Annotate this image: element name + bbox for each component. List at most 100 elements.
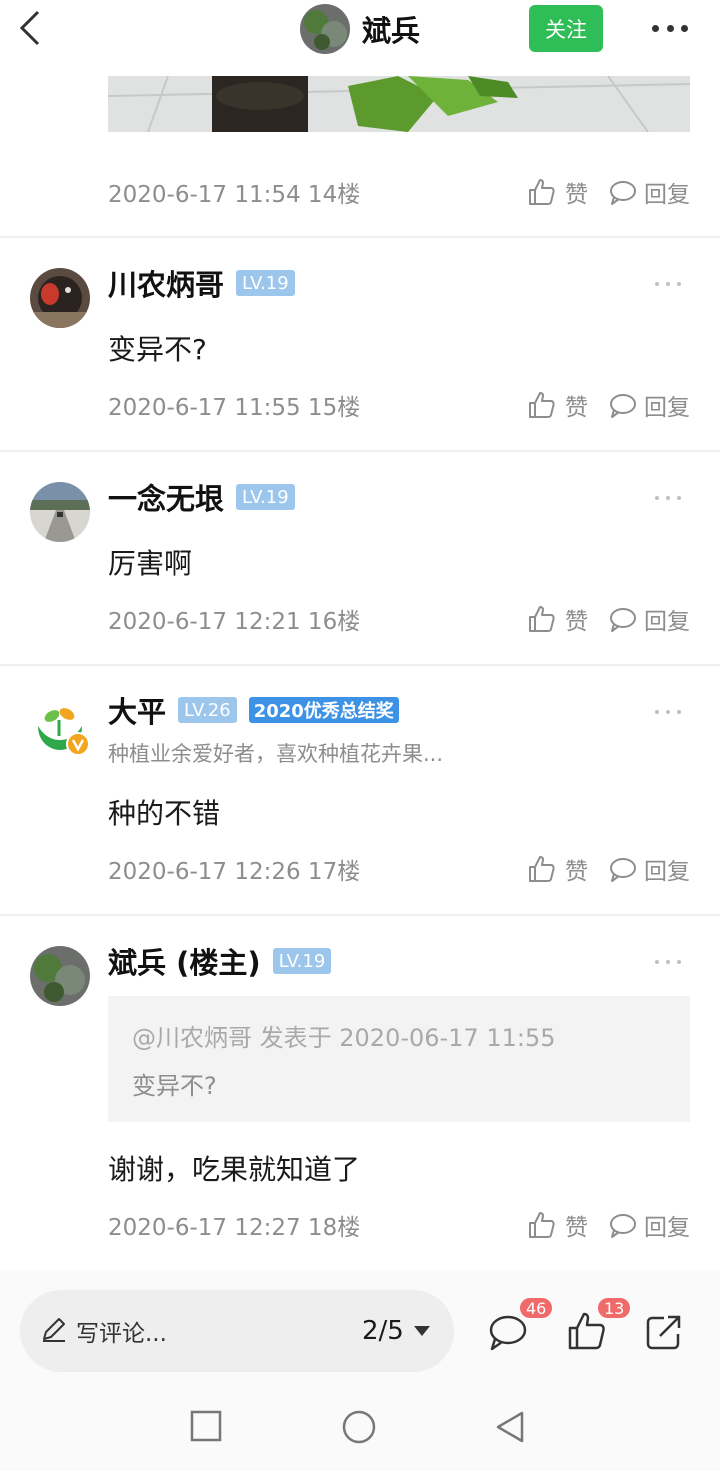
award-badge: 2020优秀总结奖 xyxy=(248,697,399,723)
floor-14-meta: 2020-6-17 11:54 14楼 赞 回复 xyxy=(108,174,690,210)
comment-input[interactable]: 写评论... 2/5 xyxy=(20,1290,454,1372)
avatar[interactable] xyxy=(30,482,90,542)
commenter-name[interactable]: 大平 xyxy=(108,689,166,731)
comment-floor-15: 川农炳哥 LV.19 变异不? 2020-6-17 11:55 15楼 赞 回复 xyxy=(0,238,720,450)
comment-placeholder: 写评论... xyxy=(76,1321,167,1347)
like-label: 赞 xyxy=(565,395,588,421)
reply-label: 回复 xyxy=(644,182,690,208)
avatar[interactable] xyxy=(30,696,90,756)
page-selector[interactable]: 2/5 xyxy=(362,1312,430,1350)
like-label: 赞 xyxy=(565,182,588,208)
post-timestamp: 2020-6-17 12:27 18楼 xyxy=(108,1215,361,1241)
more-dots-icon xyxy=(655,496,659,500)
comment-meta: 2020-6-17 12:27 18楼 赞 回复 xyxy=(108,1207,690,1243)
post-image[interactable] xyxy=(108,76,690,132)
system-back-button[interactable] xyxy=(494,1410,526,1448)
reply-button[interactable]: 回复 xyxy=(608,175,690,209)
top-bar: 斌兵 关注 xyxy=(0,0,720,58)
avatar[interactable] xyxy=(30,946,90,1006)
speech-bubble-icon xyxy=(610,1214,636,1238)
more-dots-icon xyxy=(652,24,659,32)
comment-text: 谢谢，吃果就知道了 xyxy=(108,1153,361,1186)
circle-icon xyxy=(342,1410,376,1444)
avatar[interactable] xyxy=(300,4,350,54)
comment-more-button[interactable] xyxy=(655,282,681,288)
triangle-back-icon xyxy=(496,1411,524,1443)
comment-text: 厉害啊 xyxy=(108,547,193,580)
home-button[interactable] xyxy=(342,1410,376,1448)
like-label: 赞 xyxy=(565,1215,588,1241)
author-info[interactable]: 斌兵 xyxy=(300,4,420,54)
reply-label: 回复 xyxy=(644,395,690,421)
quoted-comment[interactable]: @川农炳哥 发表于 2020-06-17 11:55 变异不? xyxy=(108,996,690,1122)
comment-more-button[interactable] xyxy=(655,960,681,966)
post-timestamp: 2020-6-17 11:55 15楼 xyxy=(108,395,361,421)
author-name: 斌兵 xyxy=(362,14,421,48)
square-icon xyxy=(190,1410,222,1442)
thumbs-up-icon xyxy=(529,179,555,205)
follow-button[interactable]: 关注 xyxy=(529,5,603,52)
comment-text: 种的不错 xyxy=(108,797,221,830)
reply-label: 回复 xyxy=(644,1215,690,1241)
post-timestamp: 2020-6-17 12:21 16楼 xyxy=(108,609,361,635)
post-timestamp: 2020-6-17 12:26 17楼 xyxy=(108,859,361,885)
comment-more-button[interactable] xyxy=(655,496,681,502)
comment-floor-17: 大平 LV.26 2020优秀总结奖 种植业余爱好者，喜欢种植花卉果... 种的… xyxy=(0,666,720,914)
comment-floor-18: 斌兵 (楼主) LV.19 @川农炳哥 发表于 2020-06-17 11:55… xyxy=(0,916,720,1268)
like-count-badge: 13 xyxy=(596,1296,633,1320)
like-label: 赞 xyxy=(565,859,588,885)
caret-down-icon xyxy=(413,1326,430,1336)
level-badge: LV.19 xyxy=(236,270,295,296)
reply-button[interactable]: 回复 xyxy=(608,388,690,422)
more-dots-icon xyxy=(655,960,659,964)
reply-button[interactable]: 回复 xyxy=(608,852,690,886)
comment-meta: 2020-6-17 12:21 16楼 赞 回复 xyxy=(108,601,690,637)
commenter-name[interactable]: 一念无垠 xyxy=(108,476,224,518)
bottom-action-bar: 写评论... 2/5 46 13 xyxy=(0,1270,720,1386)
recent-apps-button[interactable] xyxy=(190,1410,222,1446)
reply-button[interactable]: 回复 xyxy=(608,602,690,636)
user-bio: 种植业余爱好者，喜欢种植花卉果... xyxy=(108,742,444,766)
quote-source: @川农炳哥 发表于 2020-06-17 11:55 xyxy=(132,1024,556,1052)
reply-label: 回复 xyxy=(644,609,690,635)
avatar[interactable] xyxy=(30,268,90,328)
like-button[interactable]: 赞 xyxy=(527,852,588,886)
level-badge: LV.26 xyxy=(178,697,237,723)
like-button[interactable]: 赞 xyxy=(527,1208,588,1242)
pen-icon xyxy=(43,1318,65,1342)
thumbs-up-icon xyxy=(529,392,555,418)
comment-text: 变异不? xyxy=(108,333,207,366)
thumbs-up-icon xyxy=(529,1212,555,1238)
speech-bubble-icon xyxy=(610,858,636,882)
comment-more-button[interactable] xyxy=(655,710,681,716)
more-dots-icon xyxy=(655,282,659,286)
share-icon xyxy=(646,1315,681,1350)
reply-label: 回复 xyxy=(644,859,690,885)
quote-text: 变异不? xyxy=(132,1072,217,1100)
level-badge: LV.19 xyxy=(236,484,295,510)
like-button[interactable]: 赞 xyxy=(527,602,588,636)
more-dots-icon xyxy=(655,710,659,714)
level-badge: LV.19 xyxy=(272,948,332,974)
like-button[interactable]: 赞 xyxy=(527,175,588,209)
speech-bubble-icon xyxy=(610,608,636,632)
comment-meta: 2020-6-17 12:26 17楼 赞 回复 xyxy=(108,851,690,887)
like-label: 赞 xyxy=(565,609,588,635)
comment-count-badge: 46 xyxy=(518,1296,555,1320)
speech-bubble-icon xyxy=(610,394,636,418)
chevron-left-icon xyxy=(19,10,40,46)
comment-meta: 2020-6-17 11:55 15楼 赞 回复 xyxy=(108,387,690,423)
post-timestamp: 2020-6-17 11:54 14楼 xyxy=(108,182,361,208)
commenter-name[interactable]: 斌兵 (楼主) xyxy=(108,940,261,982)
share-button[interactable] xyxy=(644,1312,692,1360)
speech-bubble-icon xyxy=(610,181,636,205)
reply-button[interactable]: 回复 xyxy=(608,1208,690,1242)
more-options-button[interactable] xyxy=(648,12,692,44)
comment-floor-16: 一念无垠 LV.19 厉害啊 2020-6-17 12:21 16楼 赞 回复 xyxy=(0,452,720,664)
page-number: 2/5 xyxy=(362,1316,404,1346)
thumbs-up-icon xyxy=(529,606,555,632)
commenter-name[interactable]: 川农炳哥 xyxy=(108,262,224,304)
back-button[interactable] xyxy=(14,8,50,48)
like-button[interactable]: 赞 xyxy=(527,388,588,422)
thumbs-up-icon xyxy=(529,856,555,882)
